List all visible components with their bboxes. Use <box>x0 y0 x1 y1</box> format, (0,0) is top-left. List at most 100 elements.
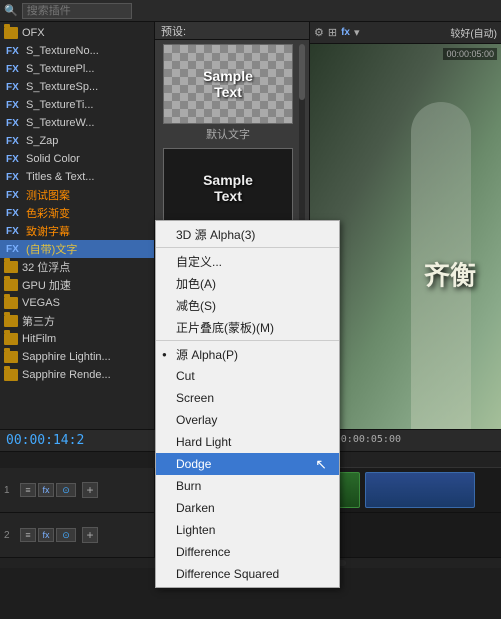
plugin-badge-5: FX <box>6 136 22 147</box>
track-motion-btn-1[interactable]: ⊙ <box>56 483 76 497</box>
plugin-item-9[interactable]: FX色彩渐变 <box>0 204 154 222</box>
preset-thumb-checker: SampleText <box>163 44 293 124</box>
plugin-item-5[interactable]: FXS_Zap <box>0 132 154 150</box>
plugin-item-3[interactable]: FX S_TextureTi... <box>0 96 154 114</box>
menu-item-3d-alpha[interactable]: 3D 源 Alpha(3) <box>156 223 339 245</box>
plugin-badge-4: FX <box>6 118 22 129</box>
menu-item-darken[interactable]: Darken <box>156 497 339 519</box>
menu-item-overlay[interactable]: Overlay <box>156 409 339 431</box>
plugin-item-4[interactable]: FX S_TextureW... <box>0 114 154 132</box>
plugin-badge-0: FX <box>6 46 22 57</box>
menu-item-multiply[interactable]: 正片叠底(蒙板)(M) <box>156 316 339 338</box>
menu-label-cut: Cut <box>176 369 195 383</box>
folder-item-ofx[interactable]: OFX <box>0 24 154 42</box>
menu-label-darken: Darken <box>176 501 215 515</box>
track-header-1: 1 ≡ fx ⊙ + <box>0 468 155 512</box>
track-fx-btn-1[interactable]: fx <box>38 483 54 497</box>
menu-item-screen[interactable]: Screen <box>156 387 339 409</box>
plugin-item-2[interactable]: FX S_TextureSp... <box>0 78 154 96</box>
menu-label-multiply: 正片叠底(蒙板)(M) <box>176 319 274 336</box>
track-add-icon-1: + <box>86 483 93 497</box>
folder-item-32bit[interactable]: 32 位浮点 <box>0 258 154 276</box>
plugin-item-0[interactable]: FX S_TextureNo... <box>0 42 154 60</box>
track-clip-1b[interactable] <box>365 472 475 508</box>
dropdown-menu: 3D 源 Alpha(3) 自定义... 加色(A) 减色(S) 正片叠底(蒙板… <box>155 220 340 588</box>
folder-label-third: 第三方 <box>22 313 55 329</box>
preset-item-dark[interactable]: SampleText <box>159 148 297 230</box>
menu-item-burn[interactable]: Burn <box>156 475 339 497</box>
menu-item-hard-light[interactable]: Hard Light <box>156 431 339 453</box>
top-toolbar: 🔍 <box>0 0 501 22</box>
plugin-name-6: Solid Color <box>26 153 80 165</box>
dropdown-icon[interactable]: ▾ <box>354 26 360 39</box>
plugin-item-1[interactable]: FXS_TexturePl... <box>0 60 154 78</box>
track-mute-btn-2[interactable]: ≡ <box>20 528 36 542</box>
menu-item-custom[interactable]: 自定义... <box>156 250 339 272</box>
preset-sample-text-1: SampleText <box>203 68 253 100</box>
search-input[interactable] <box>27 5 117 17</box>
menu-label-difference: Difference <box>176 545 230 559</box>
track-number-2: 2 <box>4 530 16 541</box>
grid-icon[interactable]: ⊞ <box>328 26 337 39</box>
folder-item-vegas[interactable]: VEGAS <box>0 294 154 312</box>
plugin-badge-11: FX <box>6 244 22 255</box>
plugin-item-8[interactable]: FX测试图案 <box>0 186 154 204</box>
plugin-badge-8: FX <box>6 190 22 201</box>
folder-item-third[interactable]: 第三方 <box>0 312 154 330</box>
cursor-arrow-icon: ↖ <box>315 456 327 473</box>
menu-item-dodge[interactable]: Dodge ↖ <box>156 453 339 475</box>
timeline-timecode: 00:00:14:2 <box>6 433 84 448</box>
plugin-item-11[interactable]: FX (自带)文字 <box>0 240 154 258</box>
plugin-badge-3: FX <box>6 100 22 111</box>
menu-item-add-color[interactable]: 加色(A) <box>156 272 339 294</box>
folder-item-gpu[interactable]: GPU 加速 <box>0 276 154 294</box>
menu-label-overlay: Overlay <box>176 413 217 427</box>
menu-item-source-alpha[interactable]: 源 Alpha(P) <box>156 343 339 365</box>
folder-item-hitfilm[interactable]: HitFilm <box>0 330 154 348</box>
plugin-name-10: 致谢字幕 <box>26 223 70 239</box>
menu-label-custom: 自定义... <box>176 253 222 270</box>
menu-label-screen: Screen <box>176 391 214 405</box>
menu-item-sub-color[interactable]: 减色(S) <box>156 294 339 316</box>
search-box[interactable] <box>22 3 132 19</box>
quality-label[interactable]: 较好(自动) <box>450 25 497 40</box>
folder-icon <box>4 27 18 39</box>
plugin-item-7[interactable]: FXTitles & Text... <box>0 168 154 186</box>
plugin-name-0: S_TextureNo... <box>26 45 99 57</box>
preset-sample-text-2: SampleText <box>203 172 253 204</box>
folder-label-ofx: OFX <box>22 27 45 39</box>
track-add-btn-1[interactable]: + <box>82 482 98 498</box>
menu-item-difference[interactable]: Difference <box>156 541 339 563</box>
plugin-name-11: (自带)文字 <box>26 241 77 257</box>
menu-item-difference-squared[interactable]: Difference Squared <box>156 563 339 585</box>
plugin-name-4: S_TextureW... <box>26 117 94 129</box>
folder-label-gpu: GPU 加速 <box>22 277 71 293</box>
preset-header-label: 预设: <box>161 23 186 39</box>
folder-label-hitfilm: HitFilm <box>22 333 56 345</box>
folder-label-vegas: VEGAS <box>22 297 60 309</box>
track-motion-btn-2[interactable]: ⊙ <box>56 528 76 542</box>
folder-item-sapphire-render[interactable]: Sapphire Rende... <box>0 366 154 384</box>
menu-item-cut[interactable]: Cut <box>156 365 339 387</box>
plugin-badge-6: FX <box>6 154 22 165</box>
folder-item-sapphire-light[interactable]: Sapphire Lightin... <box>0 348 154 366</box>
menu-item-lighten[interactable]: Lighten <box>156 519 339 541</box>
track-mute-btn-1[interactable]: ≡ <box>20 483 36 497</box>
plugin-item-10[interactable]: FX 致谢字幕 <box>0 222 154 240</box>
fx-icon[interactable]: fx <box>341 27 350 38</box>
plugin-item-6[interactable]: FX Solid Color <box>0 150 154 168</box>
track-add-btn-2[interactable]: + <box>82 527 98 543</box>
folder-icon-sapphire-light <box>4 351 18 363</box>
plugin-name-2: S_TextureSp... <box>26 81 98 93</box>
preset-item-default[interactable]: SampleText 默认文字 <box>159 44 297 142</box>
right-toolbar: ⚙ ⊞ fx ▾ 较好(自动) <box>310 22 501 44</box>
plugin-badge-2: FX <box>6 82 22 93</box>
plugin-badge-10: FX <box>6 226 22 237</box>
gear-icon[interactable]: ⚙ <box>314 26 324 39</box>
menu-label-3d-alpha: 3D 源 Alpha(3) <box>176 226 255 243</box>
plugin-name-1: S_TexturePl... <box>26 63 94 75</box>
plugin-name-3: S_TextureTi... <box>26 99 93 111</box>
folder-label-sapphire-render: Sapphire Rende... <box>22 369 111 381</box>
track-fx-btn-2[interactable]: fx <box>38 528 54 542</box>
preset-header: 预设: <box>155 22 309 40</box>
